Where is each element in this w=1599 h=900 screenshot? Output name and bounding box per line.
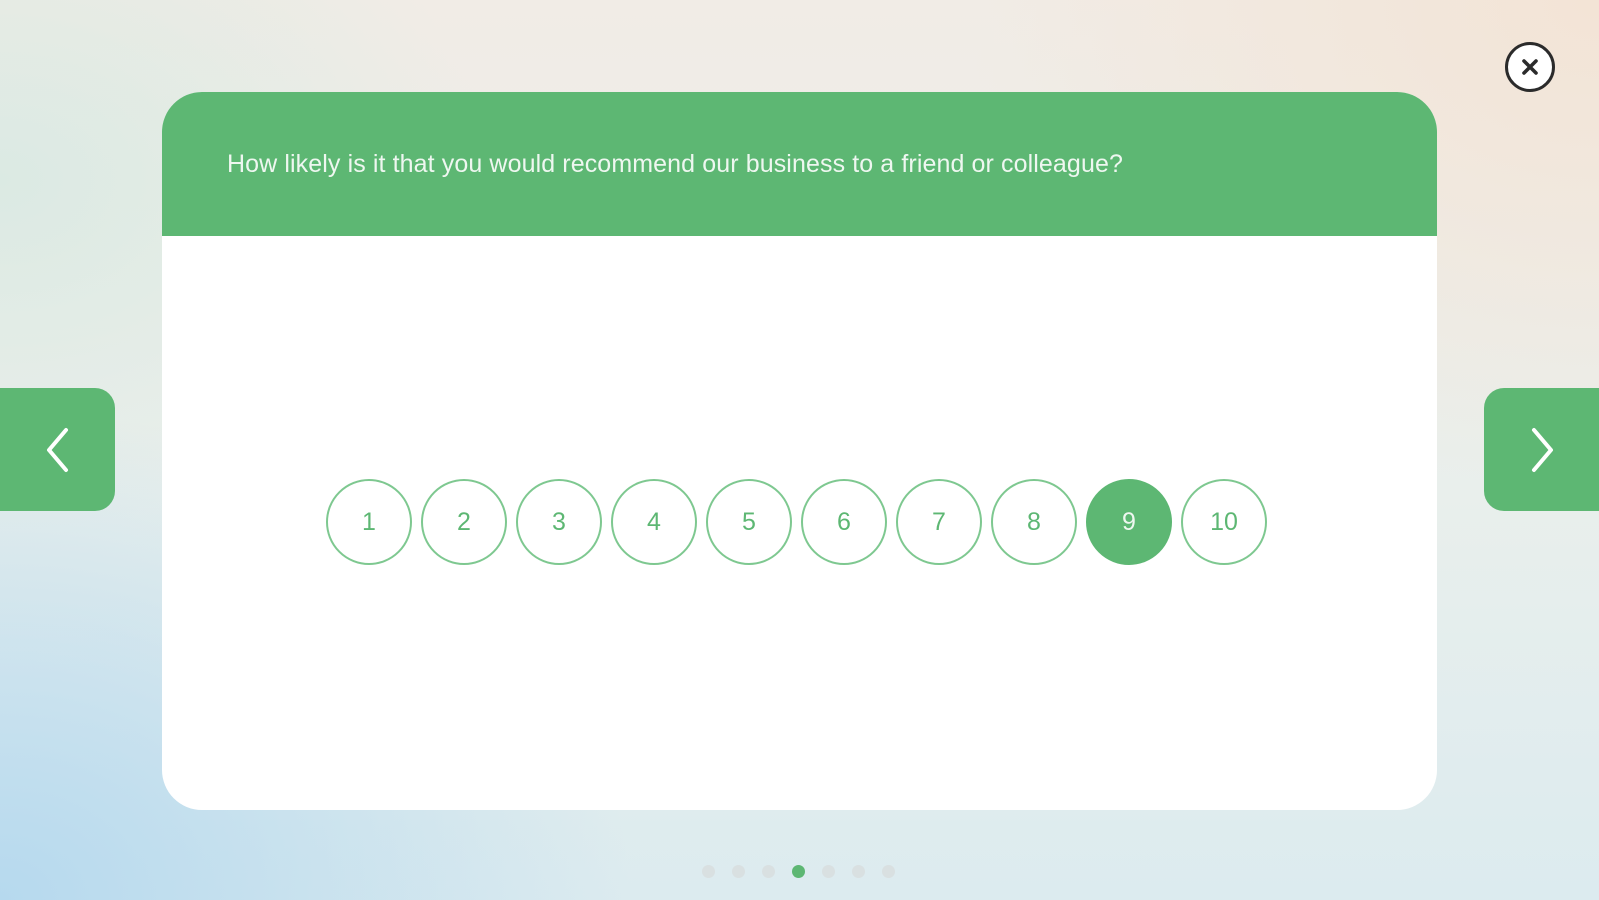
pager-dot-7[interactable]	[882, 865, 895, 878]
rating-scale: 1 2 3 4 5 6 7 8 9 10	[326, 479, 1267, 565]
rating-option-9[interactable]: 9	[1086, 479, 1172, 565]
pager-dot-2[interactable]	[732, 865, 745, 878]
pagination-dots	[702, 865, 895, 878]
rating-option-8[interactable]: 8	[991, 479, 1077, 565]
pager-dot-5[interactable]	[822, 865, 835, 878]
rating-option-4[interactable]: 4	[611, 479, 697, 565]
rating-option-1[interactable]: 1	[326, 479, 412, 565]
rating-option-2[interactable]: 2	[421, 479, 507, 565]
rating-option-6[interactable]: 6	[801, 479, 887, 565]
pager-dot-6[interactable]	[852, 865, 865, 878]
rating-option-3[interactable]: 3	[516, 479, 602, 565]
close-button[interactable]	[1505, 42, 1555, 92]
question-header: How likely is it that you would recommen…	[162, 92, 1437, 236]
survey-stage: How likely is it that you would recommen…	[0, 0, 1599, 900]
chevron-right-icon	[1531, 427, 1553, 472]
rating-option-10[interactable]: 10	[1181, 479, 1267, 565]
survey-card: How likely is it that you would recommen…	[162, 92, 1437, 810]
rating-option-5[interactable]: 5	[706, 479, 792, 565]
previous-button[interactable]	[0, 388, 115, 511]
pager-dot-3[interactable]	[762, 865, 775, 878]
question-text: How likely is it that you would recommen…	[227, 149, 1123, 178]
close-icon	[1522, 59, 1538, 75]
pager-dot-1[interactable]	[702, 865, 715, 878]
pager-dot-4[interactable]	[792, 865, 805, 878]
chevron-left-icon	[46, 427, 68, 472]
next-button[interactable]	[1484, 388, 1599, 511]
rating-option-7[interactable]: 7	[896, 479, 982, 565]
